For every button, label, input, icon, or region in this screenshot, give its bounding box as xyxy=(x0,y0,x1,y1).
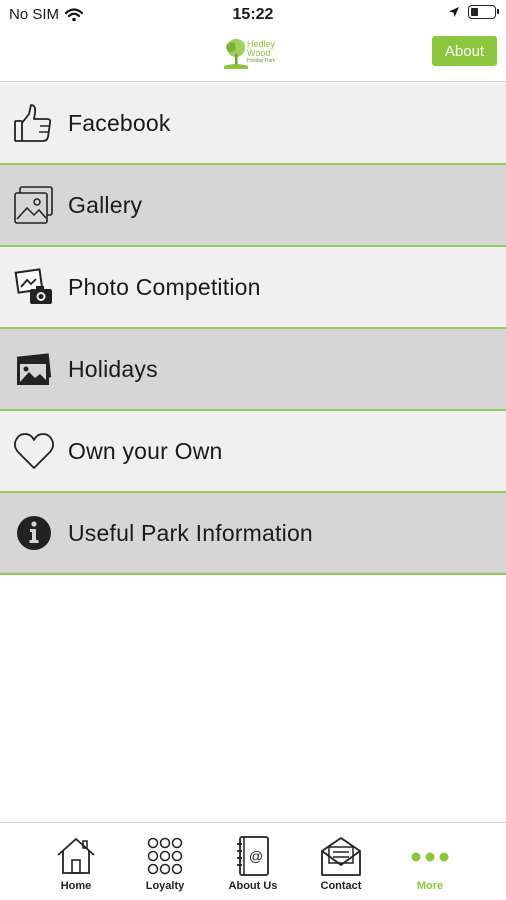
tab-label: More xyxy=(416,880,444,892)
info-icon xyxy=(17,516,51,550)
tab-label: About Us xyxy=(228,880,278,892)
tree-icon xyxy=(224,39,248,69)
menu-item-label: Photo Competition xyxy=(68,273,261,300)
tab-home[interactable]: Home xyxy=(40,835,112,897)
menu-item-photo-competition[interactable]: Photo Competition xyxy=(0,247,506,329)
tab-about-us[interactable]: @ About Us xyxy=(217,835,289,897)
logo-subtitle: Holiday Park xyxy=(247,58,276,64)
heart-icon xyxy=(13,433,55,469)
photos-icon xyxy=(16,353,52,385)
dots-grid-icon xyxy=(147,837,183,875)
menu-item-label: Useful Park Information xyxy=(68,519,313,546)
park-logo: Hedley Wood Holiday Park xyxy=(224,36,284,72)
tab-label: Loyalty xyxy=(145,880,185,892)
status-right xyxy=(448,5,499,19)
menu-item-gallery[interactable]: Gallery xyxy=(0,165,506,247)
picture-icon xyxy=(14,186,53,224)
photo-camera-icon xyxy=(14,268,52,304)
menu-item-own-your-own[interactable]: Own your Own xyxy=(0,411,506,493)
menu-item-label: Own your Own xyxy=(68,437,223,464)
status-time: 15:22 xyxy=(232,6,274,23)
logo-name: Hedley Wood xyxy=(247,39,276,58)
envelope-icon xyxy=(321,837,361,876)
tab-bar: Home Loyalty @ About Us Contact More xyxy=(0,822,506,900)
contact-book-icon: @ xyxy=(237,836,269,876)
menu-item-label: Facebook xyxy=(68,109,171,136)
menu-item-label: Gallery xyxy=(68,191,143,218)
thumbs-up-icon xyxy=(14,104,52,142)
app-header: Hedley Wood Holiday Park About xyxy=(0,30,506,82)
status-bar: No SIM 15:22 xyxy=(0,0,506,30)
more-dots-icon xyxy=(411,852,449,862)
menu-item-label: Holidays xyxy=(68,355,158,382)
battery-icon xyxy=(468,5,499,19)
menu-item-holidays[interactable]: Holidays xyxy=(0,329,506,411)
menu-list: Facebook Gallery Photo Competition Holid… xyxy=(0,83,506,575)
home-icon xyxy=(57,838,95,874)
menu-item-useful-park-information[interactable]: Useful Park Information xyxy=(0,493,506,575)
about-button[interactable]: About xyxy=(432,36,497,66)
tab-contact[interactable]: Contact xyxy=(305,835,377,897)
menu-item-facebook[interactable]: Facebook xyxy=(0,83,506,165)
tab-label: Contact xyxy=(320,880,362,892)
battery-level xyxy=(471,8,478,16)
tab-loyalty[interactable]: Loyalty xyxy=(129,835,201,897)
tab-more[interactable]: More xyxy=(394,835,466,897)
tab-label: Home xyxy=(60,880,92,892)
location-arrow-icon xyxy=(449,7,459,17)
svg-text:@: @ xyxy=(249,848,263,864)
